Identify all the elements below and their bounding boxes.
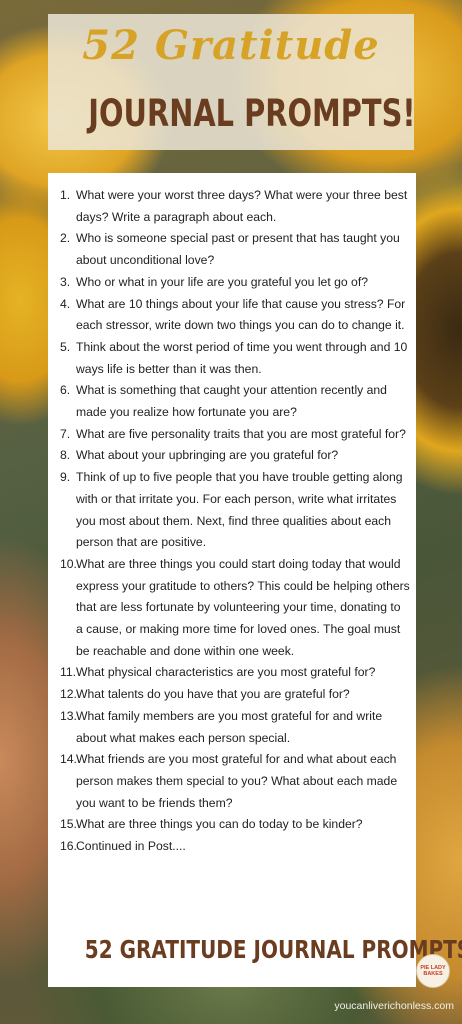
prompt-item: 2. Who is someone special past or present…	[60, 228, 410, 271]
prompt-text: What is something that caught your atten…	[76, 383, 387, 420]
prompt-number: 16.	[60, 839, 77, 854]
prompt-item: 1. What were your worst three days? What …	[60, 185, 410, 228]
prompt-text: What friends are you most grateful for a…	[76, 752, 398, 810]
prompt-number: 13.	[60, 708, 77, 723]
title-script: 52 Gratitude	[82, 22, 380, 69]
prompt-number: 3.	[60, 274, 71, 289]
prompt-text: Continued in Post....	[76, 839, 186, 854]
prompt-item: 7. What are five personality traits that …	[60, 424, 410, 446]
site-url: youcanliverichonless.com	[334, 1000, 454, 1012]
title-main: JOURNAL PROMPTS!	[88, 92, 416, 135]
prompt-number: 5.	[60, 339, 71, 354]
prompt-list: 1. What were your worst three days? What …	[60, 185, 410, 858]
prompt-item: 13. What family members are you most grat…	[60, 706, 410, 749]
prompt-text: What about your upbringing are you grate…	[76, 448, 339, 463]
title-banner: 52 Gratitude JOURNAL PROMPTS!	[48, 14, 416, 150]
prompt-text: What are three things you can do today t…	[76, 817, 363, 832]
prompt-item: 8. What about your upbringing are you gra…	[60, 445, 410, 467]
footer-title: 52 GRATITUDE JOURNAL PROMPTS	[84, 935, 462, 964]
prompt-item: 5. Think about the worst period of time y…	[60, 337, 410, 380]
prompt-item: 10. What are three things you could start…	[60, 554, 410, 663]
prompt-number: 14.	[60, 752, 77, 767]
prompt-text: Think of up to five people that you have…	[76, 470, 403, 550]
prompt-item: 11. What physical characteristics are you…	[60, 662, 410, 684]
prompt-text: What talents do you have that you are gr…	[76, 687, 350, 702]
prompt-number: 1.	[60, 188, 71, 202]
prompt-item: 3. Who or what in your life are you grate…	[60, 272, 410, 294]
prompt-text: What were your worst three days? What we…	[76, 188, 408, 224]
prompt-number: 4.	[60, 296, 71, 311]
prompt-text: What are five personality traits that yo…	[76, 426, 406, 441]
prompt-number: 2.	[60, 231, 71, 246]
prompt-number: 7.	[60, 426, 71, 441]
pie-lady-bakes-logo: PIE LADY BAKES	[416, 954, 450, 988]
prompt-text: What physical characteristics are you mo…	[76, 665, 376, 680]
prompt-text: Who is someone special past or present t…	[76, 231, 400, 268]
prompt-text: What are 10 things about your life that …	[76, 296, 406, 333]
prompt-number: 8.	[60, 448, 71, 463]
prompt-number: 12.	[60, 687, 77, 702]
prompt-item: 12. What talents do you have that you are…	[60, 684, 410, 706]
prompt-item: 4. What are 10 things about your life tha…	[60, 294, 410, 337]
prompt-item: 6. What is something that caught your att…	[60, 380, 410, 423]
prompt-number: 6.	[60, 383, 71, 398]
prompt-item: 9. Think of up to five people that you ha…	[60, 467, 410, 554]
prompt-text: What are three things you could start do…	[76, 556, 410, 658]
prompt-item: 15. What are three things you can do toda…	[60, 814, 410, 836]
prompt-item: 14. What friends are you most grateful fo…	[60, 749, 410, 814]
prompt-text: Think about the worst period of time you…	[76, 339, 408, 376]
prompt-text: What family members are you most gratefu…	[76, 708, 383, 745]
prompt-text: Who or what in your life are you gratefu…	[76, 274, 368, 289]
prompt-number: 15.	[60, 817, 77, 832]
prompt-number: 9.	[60, 470, 71, 485]
prompt-number: 11.	[60, 665, 77, 680]
prompt-number: 10.	[60, 556, 77, 571]
prompt-item: 16. Continued in Post....	[60, 836, 410, 858]
prompts-card: 1. What were your worst three days? What …	[48, 173, 462, 987]
